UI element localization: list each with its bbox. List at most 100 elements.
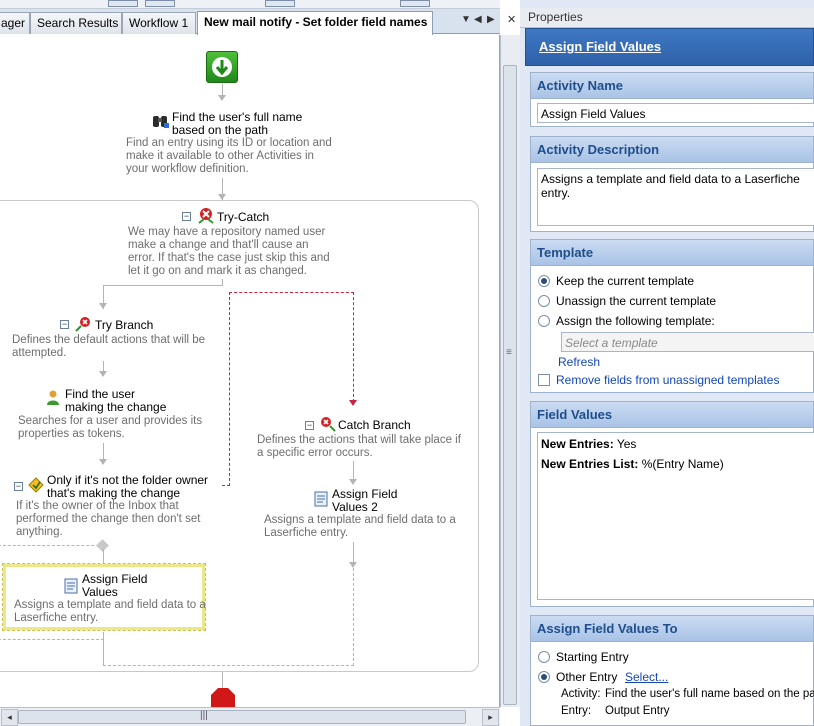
activity-title[interactable]: based on the path <box>172 124 268 137</box>
toolbar-button[interactable] <box>265 0 295 7</box>
document-icon <box>314 491 328 510</box>
workflow-stop-icon[interactable] <box>211 688 235 707</box>
activity-title[interactable]: Try-Catch <box>217 211 269 224</box>
tab-search-results[interactable]: Search Results <box>30 12 122 34</box>
activity-description: error. If that's the case just skip this… <box>128 252 330 264</box>
remove-fields-label[interactable]: Remove fields from unassigned templates <box>556 373 779 387</box>
section-heading[interactable]: Template <box>531 240 813 266</box>
starting-entry-label[interactable]: Starting Entry <box>556 650 629 664</box>
field-name: New Entries List: <box>541 457 639 471</box>
assign-template-label[interactable]: Assign the following template: <box>556 314 715 328</box>
template-select[interactable]: Select a template <box>561 332 814 352</box>
canvas-vertical-scrollbar[interactable]: ≡ <box>500 35 520 707</box>
workflow-designer-canvas[interactable]: Find the user's full name based on the p… <box>0 35 500 707</box>
tab-new-mail-notify[interactable]: New mail notify - Set folder field names <box>197 11 433 35</box>
toolbar-button[interactable] <box>108 0 138 7</box>
tab-manager[interactable]: ager <box>0 12 30 34</box>
canvas-horizontal-scrollbar[interactable]: ◂ ||| ▸ <box>0 707 500 726</box>
activity-description: a specific error occurs. <box>257 447 373 459</box>
activity-title[interactable]: that's making the change <box>47 487 180 500</box>
binoculars-icon <box>152 113 170 132</box>
tab-label: Search Results <box>37 16 119 30</box>
scroll-left-button[interactable]: ◂ <box>1 709 18 726</box>
tab-workflow-1[interactable]: Workflow 1 <box>122 12 196 34</box>
toolbar-button[interactable] <box>400 0 430 7</box>
other-entry-label[interactable]: Other Entry <box>556 670 617 684</box>
activity-description: make it available to other Activities in <box>126 150 314 162</box>
field-value-row: New Entries: Yes <box>541 437 636 451</box>
activity-key: Activity: <box>561 688 601 700</box>
activity-name-input[interactable]: Assign Field Values <box>537 103 814 123</box>
activity-title[interactable]: Values <box>82 586 118 599</box>
collapse-toggle[interactable]: − <box>305 421 314 430</box>
section-heading[interactable]: Activity Description <box>531 137 813 163</box>
activity-type-link[interactable]: Assign Field Values <box>539 39 661 54</box>
remove-fields-checkbox[interactable] <box>538 374 550 386</box>
field-values-list[interactable]: New Entries: Yes New Entries List: %(Ent… <box>537 432 814 600</box>
activity-description: Find an entry using its ID or location a… <box>126 137 332 149</box>
activity-description: make a change and that'll cause an <box>128 239 309 251</box>
activity-description: properties as tokens. <box>18 428 125 440</box>
tab-scroll-right-icon[interactable]: ▶ <box>487 14 495 25</box>
tab-scroll-left-icon[interactable]: ◀ <box>474 14 482 25</box>
activity-description: Searches for a user and provides its <box>18 415 203 427</box>
properties-activity-header: Assign Field Values <box>525 28 814 66</box>
activity-description: your workflow definition. <box>126 163 249 175</box>
scrollbar-thumb[interactable] <box>503 65 517 705</box>
tab-label: Workflow 1 <box>129 16 189 30</box>
try-catch-icon <box>197 207 215 228</box>
workflow-start-icon[interactable] <box>206 51 238 83</box>
activity-description: Defines the actions that will take place… <box>257 434 461 446</box>
field-value: %(Entry Name) <box>641 457 724 471</box>
activity-description: performed the change then don't set <box>16 513 201 525</box>
field-name: New Entries: <box>541 437 614 451</box>
field-values-section: Field Values New Entries: Yes New Entrie… <box>530 401 814 607</box>
activity-description: Laserfiche entry. <box>14 612 99 624</box>
properties-pane-title: Properties <box>520 8 814 28</box>
activity-value: Find the user's full name based on the p… <box>605 688 814 700</box>
activity-description: Assigns a template and field data to a <box>14 599 206 611</box>
user-icon <box>46 390 60 409</box>
toolbar-remnant <box>0 0 500 9</box>
activity-title[interactable]: Catch Branch <box>338 419 411 432</box>
keep-template-label[interactable]: Keep the current template <box>556 274 694 288</box>
activity-description-textarea[interactable]: Assigns a template and field data to a L… <box>537 168 814 226</box>
activity-description: If it's the owner of the Inbox that <box>16 500 179 512</box>
collapse-toggle[interactable]: − <box>60 320 69 329</box>
scrollbar-thumb[interactable] <box>18 710 466 724</box>
assign-template-radio[interactable] <box>538 315 550 327</box>
activity-title[interactable]: making the change <box>65 401 166 414</box>
activity-description: attempted. <box>12 347 67 359</box>
starting-entry-radio[interactable] <box>538 651 550 663</box>
field-value-row: New Entries List: %(Entry Name) <box>541 457 724 471</box>
condition-diamond-icon <box>28 477 44 496</box>
collapse-toggle[interactable]: − <box>182 212 191 221</box>
activity-description-section: Activity Description Assigns a template … <box>530 136 814 232</box>
unassign-template-radio[interactable] <box>538 295 550 307</box>
toolbar-button[interactable] <box>145 0 175 7</box>
try-branch-icon <box>75 316 93 335</box>
catch-branch-icon <box>318 416 336 435</box>
entry-value: Output Entry <box>605 705 670 717</box>
tab-list-dropdown-icon[interactable]: ▼ <box>461 14 471 25</box>
document-icon <box>64 578 78 597</box>
activity-title[interactable]: Values 2 <box>332 501 378 514</box>
section-heading[interactable]: Field Values <box>531 402 813 428</box>
scroll-right-button[interactable]: ▸ <box>482 709 499 726</box>
collapse-toggle[interactable]: − <box>14 482 23 491</box>
select-entry-link[interactable]: Select... <box>625 670 668 684</box>
unassign-template-label[interactable]: Unassign the current template <box>556 294 716 308</box>
scroll-grip-icon: ≡ <box>506 347 512 358</box>
close-tab-icon[interactable]: ✕ <box>507 13 516 26</box>
activity-description: Laserfiche entry. <box>264 527 349 539</box>
other-entry-radio[interactable] <box>538 671 550 683</box>
tab-label: ager <box>1 16 26 30</box>
template-section: Template Keep the current template Unass… <box>530 239 814 393</box>
refresh-link[interactable]: Refresh <box>558 355 600 369</box>
section-heading[interactable]: Assign Field Values To <box>531 616 813 642</box>
assign-to-section: Assign Field Values To Starting Entry Ot… <box>530 615 814 726</box>
keep-template-radio[interactable] <box>538 275 550 287</box>
section-heading[interactable]: Activity Name <box>531 73 813 99</box>
activity-title[interactable]: Try Branch <box>95 319 153 332</box>
properties-pane: Properties Assign Field Values Activity … <box>520 0 814 726</box>
